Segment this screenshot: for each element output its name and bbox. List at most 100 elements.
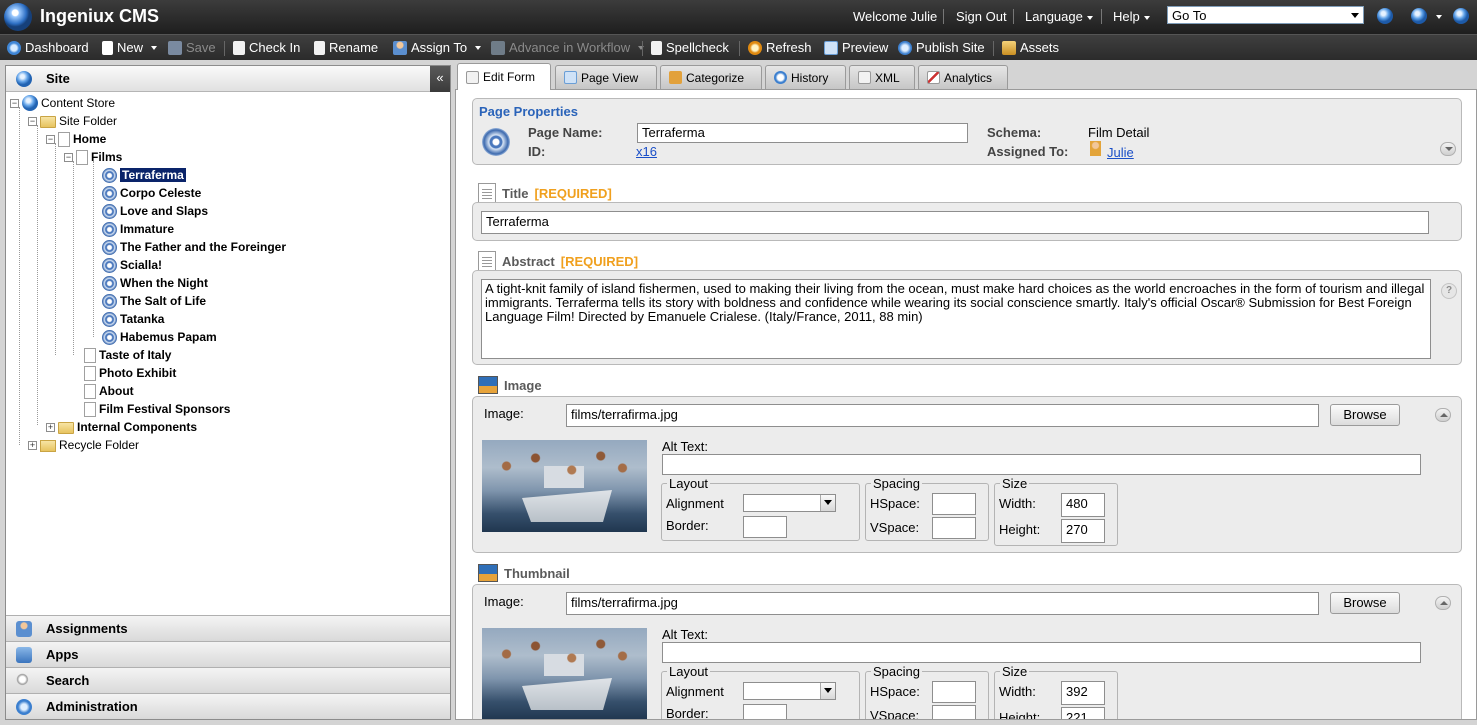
tab-edit-form[interactable]: Edit Form [457,63,551,90]
hspace-input[interactable] [932,493,976,515]
collapse-icon[interactable]: − [28,116,37,126]
tree-node-film[interactable]: The Salt of Life [102,292,206,310]
accordion-administration[interactable]: Administration [6,693,450,719]
alignment-select[interactable] [743,494,836,512]
language-menu[interactable]: Language [1025,9,1093,24]
collapse-icon[interactable]: − [46,134,55,144]
refresh-button[interactable]: Refresh [748,40,812,55]
tab-xml[interactable]: XML [849,65,915,89]
assign-to-button[interactable]: Assign To [393,40,482,55]
tree-node-photo-exhibit[interactable]: Photo Exhibit [84,364,176,382]
tree-node-site-folder[interactable]: − Site Folder [28,112,117,130]
tab-analytics[interactable]: Analytics [918,65,1008,89]
accordion-assignments[interactable]: Assignments [6,615,450,641]
collapse-thumbnail-icon[interactable] [1435,596,1451,610]
sign-out-link[interactable]: Sign Out [956,9,1007,24]
apps-icon [16,647,32,663]
divider [1013,9,1014,24]
height-input[interactable]: 270 [1061,519,1105,543]
border-input[interactable] [743,704,787,719]
save-icon [168,40,182,55]
globe-icon[interactable] [1411,8,1427,24]
accordion-label: Search [46,673,90,688]
check-in-button[interactable]: Check In [233,40,300,55]
advance-workflow-button[interactable]: Advance in Workflow [491,40,645,55]
collapse-icon[interactable]: − [64,152,73,162]
browse-button[interactable]: Browse [1330,592,1400,614]
tree-node-film[interactable]: Tatanka [102,310,164,328]
tab-history[interactable]: History [765,65,846,89]
categorize-icon [669,71,682,84]
expand-icon[interactable]: + [46,422,55,432]
accordion-apps[interactable]: Apps [6,641,450,667]
expand-icon[interactable]: + [28,440,37,450]
tree-node-taste-of-italy[interactable]: Taste of Italy [84,346,171,364]
width-label: Width: [999,496,1036,511]
thumbnail-path-input[interactable]: films/terrafirma.jpg [566,592,1319,615]
tree-node-about[interactable]: About [84,382,134,400]
tree-node-film[interactable]: Immature [102,220,174,238]
height-input[interactable]: 221 [1061,707,1105,719]
tree-node-content-store[interactable]: − Content Store [10,94,115,112]
image-path-input[interactable]: films/terrafirma.jpg [566,404,1319,427]
globe-menu-chevron-icon[interactable] [1432,8,1442,23]
alt-text-input[interactable] [662,642,1421,663]
publish-site-button[interactable]: Publish Site [898,40,985,55]
title-input[interactable]: Terraferma [481,211,1429,234]
title-field-label: Title [502,185,529,201]
border-input[interactable] [743,516,787,538]
xml-icon [858,71,871,84]
tree-node-home[interactable]: − Home [46,130,106,148]
tree-node-film[interactable]: When the Night [102,274,208,292]
new-button[interactable]: New [102,40,158,55]
vspace-input[interactable] [932,517,976,539]
vspace-input[interactable] [932,705,976,719]
assets-button[interactable]: Assets [1002,40,1059,55]
tree-node-film-festival-sponsors[interactable]: Film Festival Sponsors [84,400,230,418]
tree-node-film[interactable]: Corpo Celeste [102,184,201,202]
alignment-select[interactable] [743,682,836,700]
goto-select[interactable]: Go To [1167,6,1364,24]
collapse-panel-button[interactable]: « [430,66,450,92]
help-icon[interactable]: ? [1441,283,1457,299]
accordion-label: Apps [46,647,79,662]
alt-text-input[interactable] [662,454,1421,475]
preview-button[interactable]: Preview [824,40,888,55]
vspace-label: VSpace: [870,520,920,535]
accordion-search[interactable]: Search [6,667,450,693]
page-id-link[interactable]: x16 [636,144,657,159]
divider [739,41,740,56]
tab-categorize[interactable]: Categorize [660,65,762,89]
tree-node-film-terraferma[interactable]: Terraferma [102,166,186,184]
rename-button[interactable]: Rename [314,40,378,55]
tree-node-film[interactable]: Love and Slaps [102,202,208,220]
collapse-image-icon[interactable] [1435,408,1451,422]
globe-icon[interactable] [1453,8,1469,24]
hspace-input[interactable] [932,681,976,703]
tree-node-film[interactable]: Habemus Papam [102,328,217,346]
assigned-user-link[interactable]: Julie [1107,145,1134,160]
tree-node-recycle-folder[interactable]: + Recycle Folder [28,436,139,454]
width-input[interactable]: 480 [1061,493,1105,517]
browse-button[interactable]: Browse [1330,404,1400,426]
help-menu[interactable]: Help [1113,9,1150,24]
abstract-textarea[interactable]: A tight-knit family of island fishermen,… [481,279,1431,359]
dashboard-icon [7,40,21,55]
title-field-panel: Terraferma [472,202,1462,241]
back-arrow-icon[interactable] [1377,8,1393,24]
tree-node-films[interactable]: − Films [64,148,122,166]
dashboard-button[interactable]: Dashboard [7,40,89,55]
tree-node-film[interactable]: The Father and the Foreinger [102,238,286,256]
edit-form-icon [466,70,479,84]
page-name-input[interactable]: Terraferma [637,123,968,143]
tab-page-view[interactable]: Page View [555,65,657,89]
expand-properties-icon[interactable] [1440,142,1456,156]
width-input[interactable]: 392 [1061,681,1105,705]
tree-node-film[interactable]: Scialla! [102,256,162,274]
tree-node-internal-components[interactable]: + Internal Components [46,418,197,436]
site-panel-header[interactable]: Site [6,66,430,92]
save-button[interactable]: Save [168,40,216,55]
user-icon [1090,141,1101,156]
spellcheck-button[interactable]: Spellcheck [651,40,729,55]
collapse-icon[interactable]: − [10,98,19,108]
